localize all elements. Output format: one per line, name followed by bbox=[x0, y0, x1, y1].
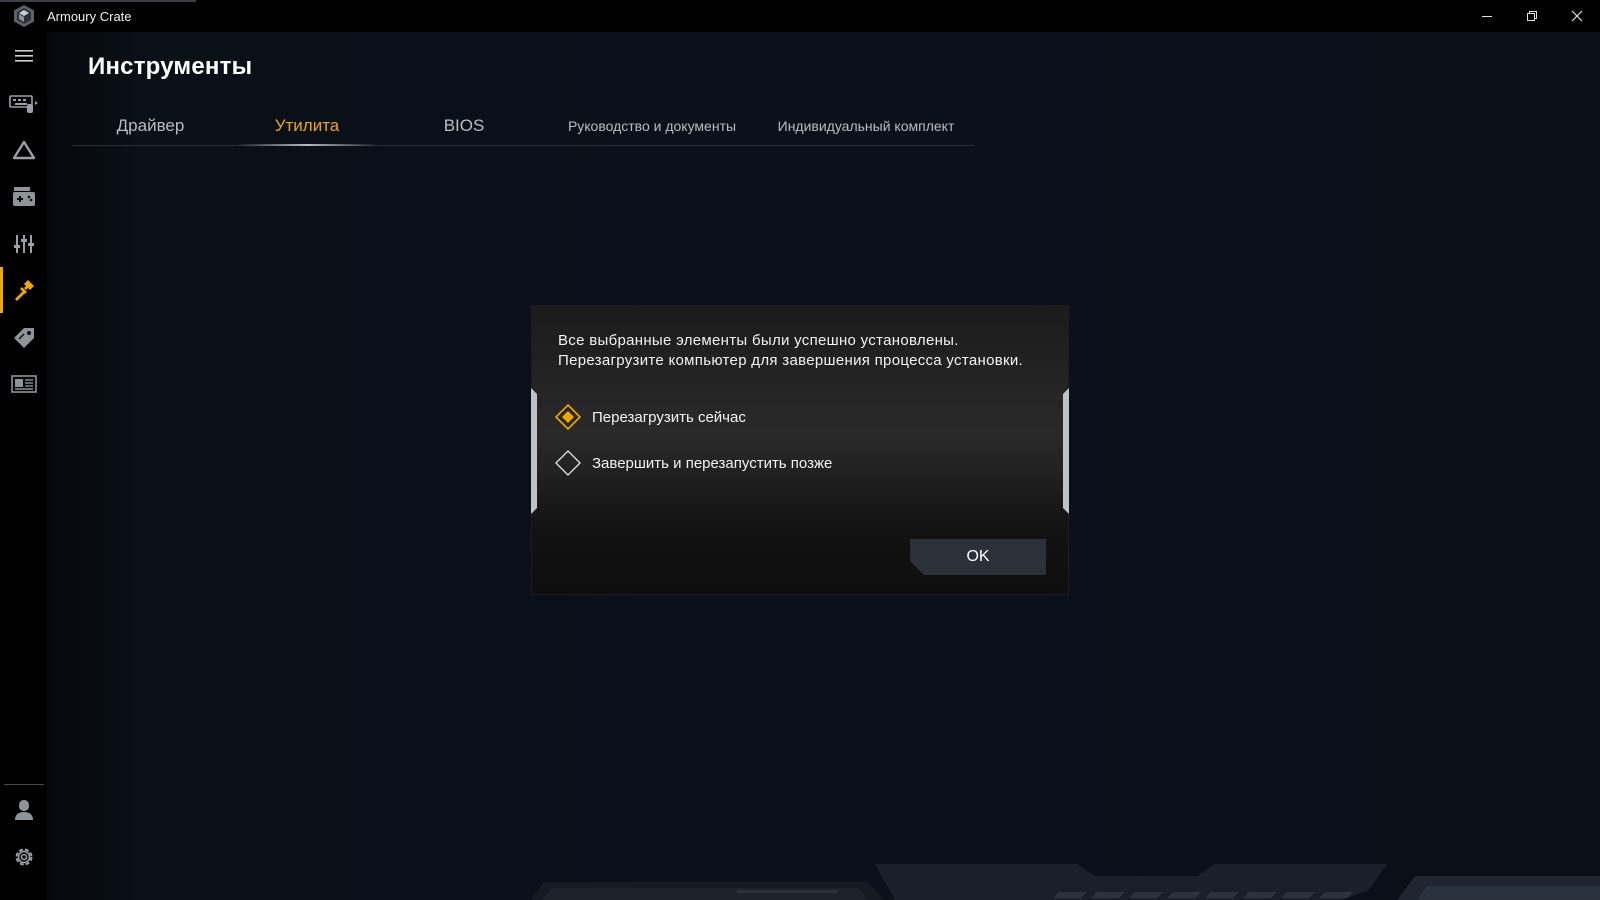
close-button[interactable] bbox=[1554, 0, 1600, 32]
tab-individual-kit[interactable]: Индивидуальный комплект bbox=[764, 106, 968, 146]
radio-selected[interactable] bbox=[554, 403, 582, 431]
menu-icon bbox=[14, 50, 33, 62]
option-restart-later[interactable]: Завершить и перезапустить позже bbox=[554, 448, 832, 478]
tab-driver[interactable]: Драйвер bbox=[72, 106, 229, 146]
dialog-left-edge bbox=[531, 388, 537, 514]
news-icon bbox=[10, 375, 37, 393]
sidebar-item-device[interactable] bbox=[0, 82, 47, 124]
aura-triangle-icon bbox=[12, 140, 35, 160]
dialog-message-line2: Перезагрузите компьютер для завершения п… bbox=[558, 352, 1023, 369]
restore-icon bbox=[1527, 11, 1537, 21]
close-icon bbox=[1571, 10, 1583, 22]
install-complete-dialog: Все выбранные элементы были успешно уста… bbox=[531, 305, 1069, 595]
title-bar: Armoury Crate bbox=[0, 0, 1600, 32]
diamond-radio-unchecked-icon bbox=[555, 450, 581, 476]
sidebar-menu-button[interactable] bbox=[0, 35, 47, 77]
game-library-icon bbox=[12, 187, 35, 206]
restore-button[interactable] bbox=[1509, 0, 1555, 32]
tab-manuals-documents[interactable]: Руководство и документы bbox=[552, 106, 752, 146]
option-restart-now-label: Перезагрузить сейчас bbox=[592, 408, 746, 426]
minimize-button[interactable] bbox=[1464, 0, 1510, 32]
sidebar bbox=[0, 32, 47, 900]
dialog-right-edge bbox=[1063, 388, 1069, 514]
deals-tag-icon bbox=[13, 328, 34, 348]
tab-utility[interactable]: Утилита bbox=[237, 106, 377, 146]
sidebar-item-user[interactable] bbox=[0, 789, 47, 831]
sidebar-divider bbox=[4, 784, 44, 785]
tab-bar: Драйвер Утилита BIOS Руководство и докум… bbox=[72, 106, 974, 146]
app-title: Armoury Crate bbox=[47, 9, 132, 24]
sidebar-item-game-library[interactable] bbox=[0, 176, 47, 218]
tab-bios[interactable]: BIOS bbox=[394, 106, 534, 146]
gear-icon bbox=[15, 848, 32, 866]
sidebar-item-settings[interactable] bbox=[0, 836, 47, 878]
minimize-icon bbox=[1482, 16, 1492, 17]
option-restart-now[interactable]: Перезагрузить сейчас bbox=[554, 402, 746, 432]
armoury-crate-logo-icon bbox=[12, 4, 36, 28]
sidebar-item-news[interactable] bbox=[0, 363, 47, 405]
sidebar-item-tools[interactable] bbox=[0, 269, 47, 311]
tools-wrench-icon bbox=[14, 280, 34, 301]
device-icon bbox=[8, 95, 38, 113]
title-bar-accent bbox=[0, 0, 196, 2]
option-restart-later-label: Завершить и перезапустить позже bbox=[592, 454, 833, 472]
sidebar-item-scenario[interactable] bbox=[0, 223, 47, 265]
user-icon bbox=[14, 800, 33, 820]
active-tab-underline bbox=[237, 144, 377, 146]
sidebar-item-aura[interactable] bbox=[0, 129, 47, 171]
ok-button[interactable]: OK bbox=[910, 539, 1046, 575]
page-title: Инструменты bbox=[88, 53, 253, 80]
sidebar-item-deals[interactable] bbox=[0, 316, 47, 358]
settings-sliders-icon bbox=[13, 235, 34, 253]
diamond-radio-checked-icon bbox=[555, 404, 581, 430]
radio-unselected[interactable] bbox=[554, 449, 582, 477]
dialog-message: Все выбранные элементы были успешно уста… bbox=[558, 331, 1058, 371]
decorative-bottom-bar bbox=[530, 864, 1600, 900]
dialog-message-line1: Все выбранные элементы были успешно уста… bbox=[558, 332, 959, 349]
